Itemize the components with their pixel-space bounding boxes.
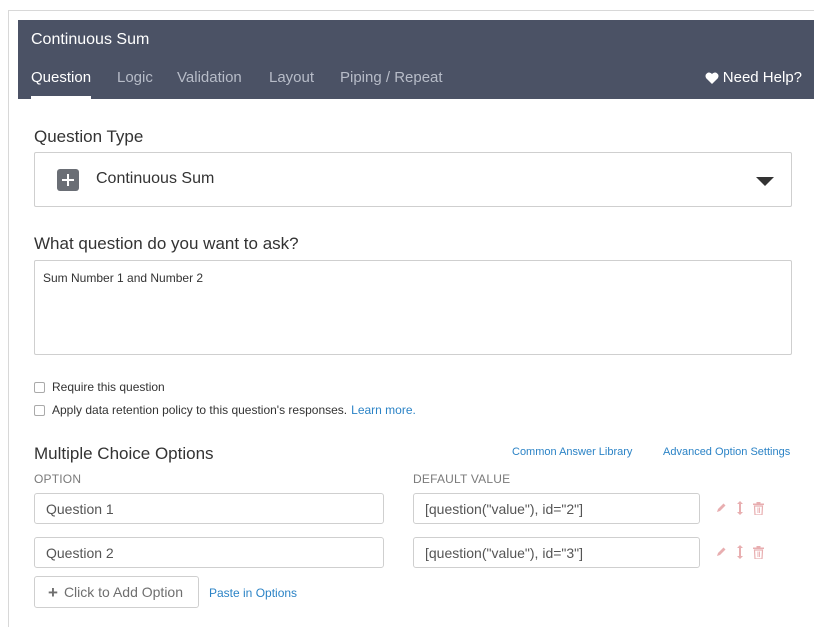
question-text-label: What question do you want to ask? — [34, 234, 299, 253]
option-input-2[interactable]: Question 2 — [34, 537, 384, 568]
tab-layout[interactable]: Layout — [269, 69, 314, 99]
heart-icon — [705, 72, 719, 84]
require-question-label: Require this question — [52, 380, 165, 394]
tab-piping-repeat[interactable]: Piping / Repeat — [340, 69, 443, 99]
row-actions-2 — [715, 545, 764, 559]
default-value-input-2[interactable]: [question("value"), id="3"] — [413, 537, 700, 568]
caret-down-icon — [756, 177, 774, 186]
need-help-label: Need Help? — [722, 69, 802, 86]
question-title: Continuous Sum — [31, 31, 150, 48]
trash-icon[interactable] — [753, 501, 764, 515]
question-type-value: Continuous Sum — [96, 170, 215, 187]
paste-in-options-link[interactable]: Paste in Options — [209, 586, 297, 600]
reorder-icon[interactable] — [736, 545, 744, 559]
tab-validation[interactable]: Validation — [177, 69, 242, 99]
question-type-label: Question Type — [34, 127, 144, 146]
retention-policy-row: Apply data retention policy to this ques… — [34, 403, 416, 417]
default-value-column-header: DEFAULT VALUE — [413, 472, 511, 486]
require-question-row: Require this question — [34, 380, 165, 394]
need-help-link[interactable]: Need Help? — [705, 69, 802, 86]
common-answer-library-link[interactable]: Common Answer Library — [512, 446, 632, 458]
pencil-icon[interactable] — [715, 502, 727, 514]
plus-icon: + — [48, 582, 58, 602]
reorder-icon[interactable] — [736, 501, 744, 515]
row-actions-1 — [715, 501, 764, 515]
question-text-input[interactable]: Sum Number 1 and Number 2 — [34, 260, 792, 355]
option-column-header: OPTION — [34, 472, 82, 486]
question-type-select[interactable]: Continuous Sum — [34, 152, 792, 207]
pencil-icon[interactable] — [715, 546, 727, 558]
editor-header: Continuous Sum Question Logic Validation… — [18, 20, 814, 99]
trash-icon[interactable] — [753, 545, 764, 559]
advanced-option-settings-link[interactable]: Advanced Option Settings — [663, 446, 790, 458]
add-option-button[interactable]: + Click to Add Option — [34, 576, 199, 608]
plus-square-icon — [57, 169, 79, 191]
tab-question[interactable]: Question — [31, 69, 92, 99]
retention-policy-label: Apply data retention policy to this ques… — [52, 403, 348, 417]
mc-options-heading: Multiple Choice Options — [34, 444, 214, 463]
default-value-input-1[interactable]: [question("value"), id="2"] — [413, 493, 700, 524]
tab-logic[interactable]: Logic — [117, 69, 153, 99]
learn-more-link[interactable]: Learn more. — [351, 403, 416, 417]
option-input-1[interactable]: Question 1 — [34, 493, 384, 524]
retention-policy-checkbox[interactable] — [34, 404, 45, 416]
require-question-checkbox[interactable] — [34, 381, 45, 393]
add-option-label: Click to Add Option — [63, 584, 183, 600]
